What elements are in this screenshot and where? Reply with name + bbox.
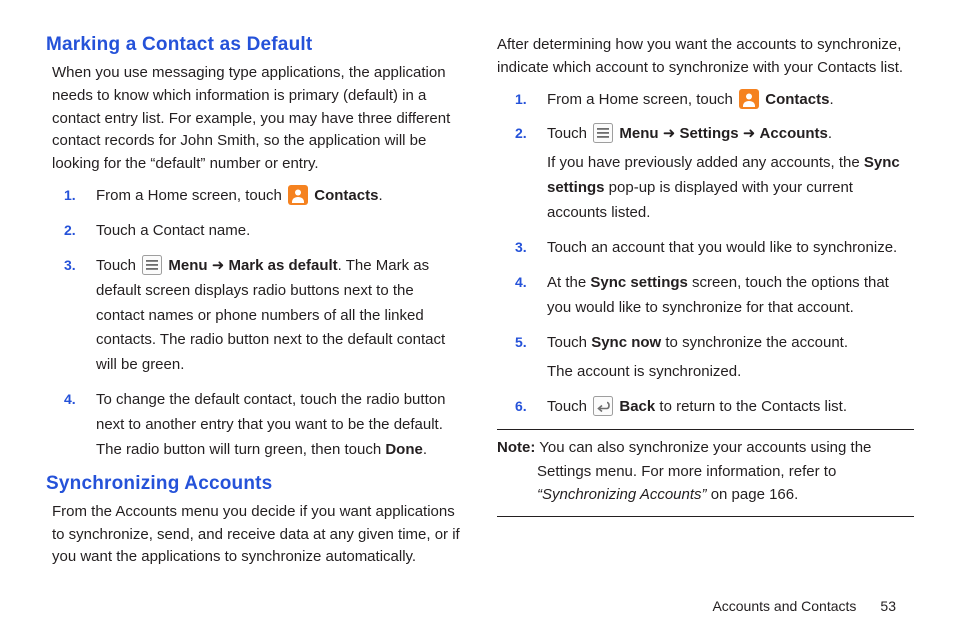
heading-sync-accounts: Synchronizing Accounts [46, 473, 463, 495]
contacts-icon [739, 89, 759, 109]
text: From a Home screen, touch [547, 91, 737, 108]
step-4: At the Sync settings screen, touch the o… [543, 271, 914, 321]
sync-settings-label: Sync settings [590, 274, 688, 291]
heading-marking-default: Marking a Contact as Default [46, 34, 463, 56]
text: If you have previously added any account… [547, 154, 864, 171]
menu-icon [593, 123, 613, 143]
contacts-label: Contacts [765, 91, 829, 108]
done-label: Done [385, 441, 423, 458]
text: to return to the Contacts list. [655, 398, 847, 415]
steps-sync: From a Home screen, touch Contacts. Touc… [497, 88, 914, 420]
sync-now-label: Sync now [591, 334, 661, 351]
text: From a Home screen, touch [96, 187, 286, 204]
step-1: From a Home screen, touch Contacts. [543, 88, 914, 113]
back-label: Back [619, 398, 655, 415]
arrow-icon: ➜ [208, 257, 229, 274]
back-icon [593, 396, 613, 416]
page-body: Marking a Contact as Default When you us… [0, 0, 954, 577]
step-4: To change the default contact, touch the… [92, 388, 463, 463]
menu-label: Menu [168, 257, 207, 274]
steps-marking-default: From a Home screen, touch Contacts. Touc… [46, 184, 463, 463]
mark-default-label: Mark as default [228, 257, 337, 274]
text: At the [547, 274, 590, 291]
intro-marking-default: When you use messaging type applications… [46, 62, 463, 178]
text: Touch [96, 257, 140, 274]
note-divider-bottom [497, 516, 914, 517]
step-5: Touch Sync now to synchronize the accoun… [543, 331, 914, 385]
text: Touch [547, 125, 591, 142]
note-label: Note: [497, 439, 535, 456]
step-6: Touch Back to return to the Contacts lis… [543, 395, 914, 420]
text: on page 166. [707, 486, 799, 503]
accounts-label: Accounts [760, 125, 828, 142]
note-divider-top [497, 429, 914, 430]
contacts-icon [288, 185, 308, 205]
text: to synchronize the account. [661, 334, 848, 351]
step-2: Touch Menu ➜ Settings ➜ Accounts. If you… [543, 122, 914, 226]
text: Touch [547, 334, 591, 351]
contacts-label: Contacts [314, 187, 378, 204]
step-1: From a Home screen, touch Contacts. [92, 184, 463, 209]
note-text: Note: You can also synchronize your acco… [497, 436, 914, 506]
arrow-icon: ➜ [659, 125, 680, 142]
step-3: Touch an account that you would like to … [543, 236, 914, 261]
menu-label: Menu [619, 125, 658, 142]
arrow-icon: ➜ [739, 125, 760, 142]
note-ref: “Synchronizing Accounts” [537, 486, 707, 503]
settings-label: Settings [679, 125, 738, 142]
text: . [378, 187, 382, 204]
intro-right: After determining how you want the accou… [497, 34, 914, 82]
menu-icon [142, 255, 162, 275]
text: . [423, 441, 427, 458]
text: . [829, 91, 833, 108]
text: You can also synchronize your accounts u… [535, 439, 871, 479]
text: Touch [547, 398, 591, 415]
page-footer: Accounts and Contacts 53 [712, 598, 896, 614]
text: . [828, 125, 832, 142]
right-column: After determining how you want the accou… [497, 34, 914, 577]
step-2: Touch a Contact name. [92, 219, 463, 244]
left-column: Marking a Contact as Default When you us… [46, 34, 463, 577]
text: The account is synchronized. [547, 363, 741, 380]
step-3: Touch Menu ➜ Mark as default. The Mark a… [92, 254, 463, 378]
footer-section: Accounts and Contacts [712, 598, 856, 614]
footer-page-number: 53 [880, 598, 896, 614]
intro-sync-accounts: From the Accounts menu you decide if you… [46, 501, 463, 571]
